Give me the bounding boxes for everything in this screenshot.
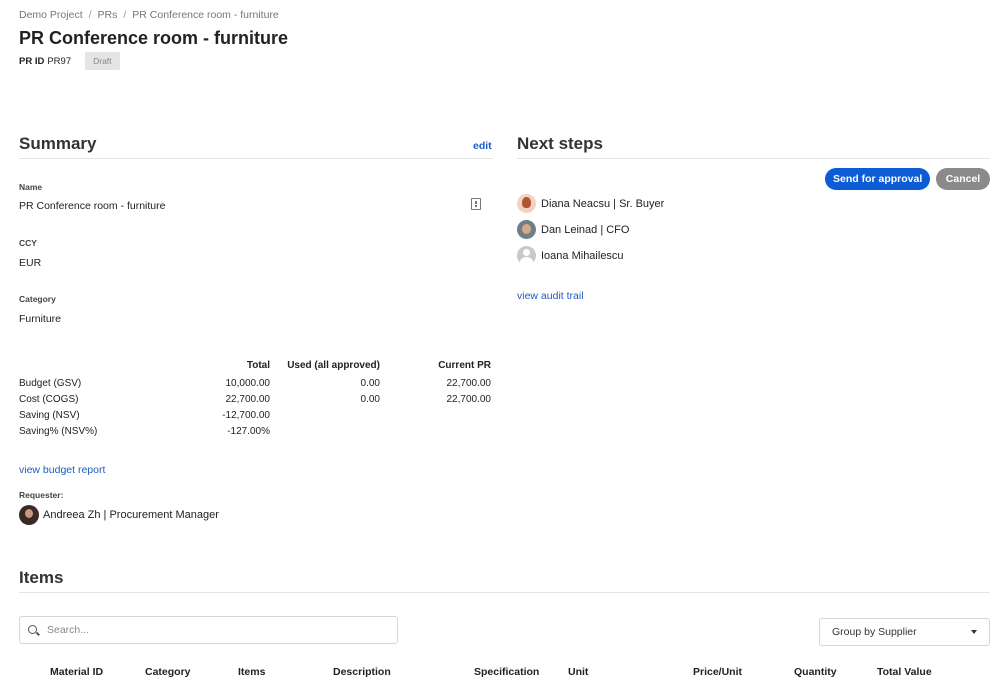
column-header-specification[interactable]: Specification <box>474 666 539 678</box>
column-header-unit[interactable]: Unit <box>568 666 588 678</box>
budget-cell-current: 22,700.00 <box>446 393 492 405</box>
document-icon[interactable] <box>471 198 481 210</box>
pr-id-label: PR ID <box>19 55 45 67</box>
requester-label: Requester: <box>19 490 64 500</box>
group-by-value: Group by Supplier <box>832 626 917 638</box>
items-title: Items <box>19 568 64 587</box>
name-label: Name <box>19 182 43 192</box>
cancel-button[interactable]: Cancel <box>936 168 990 190</box>
column-header-material-id[interactable]: Material ID <box>50 666 103 678</box>
next-steps-title: Next steps <box>517 134 603 153</box>
requester: Andreea Zh | Procurement Manager <box>19 505 219 525</box>
items-divider <box>19 592 990 593</box>
breadcrumb-item-current: PR Conference room - furniture <box>132 9 279 21</box>
budget-cell-total: -127.00% <box>227 425 270 437</box>
approver-name: Dan Leinad | CFO <box>541 223 630 236</box>
budget-cell-current <box>380 423 491 439</box>
edit-summary-link[interactable]: edit <box>473 140 492 152</box>
breadcrumb-item-project[interactable]: Demo Project <box>19 9 83 21</box>
budget-cell-current: 22,700.00 <box>446 377 492 389</box>
budget-row-label: Cost (COGS) <box>19 393 79 405</box>
ccy-label: CCY <box>19 238 37 248</box>
budget-header-row: Total Used (all approved) Current PR <box>19 359 491 375</box>
approver-name: Diana Neacsu | Sr. Buyer <box>541 197 665 210</box>
breadcrumb-separator: / <box>88 9 92 21</box>
next-steps-divider <box>517 158 990 159</box>
budget-cell-total: 10,000.00 <box>225 377 271 389</box>
budget-cell-total: -12,700.00 <box>222 409 270 421</box>
ccy-value: EUR <box>19 257 42 269</box>
budget-row-label: Saving% (NSV%) <box>19 425 98 437</box>
budget-row-label: Saving (NSV) <box>19 409 80 421</box>
requester-name: Andreea Zh | Procurement Manager <box>43 509 219 521</box>
column-header-price-unit[interactable]: Price/Unit <box>693 666 742 678</box>
view-budget-report-link[interactable]: view budget report <box>19 464 105 476</box>
pr-id-row: PR ID PR97 Draft <box>19 52 120 70</box>
budget-cell-total: 22,700.00 <box>225 393 271 405</box>
user-placeholder-icon <box>517 246 536 265</box>
budget-cell-used <box>270 423 380 439</box>
pr-id-value: PR97 <box>47 55 72 67</box>
budget-row-nsv: Saving (NSV) -12,700.00 <box>19 407 491 423</box>
view-audit-trail-link[interactable]: view audit trail <box>517 290 584 302</box>
budget-cell-used <box>270 407 380 423</box>
breadcrumb-separator: / <box>123 9 127 21</box>
summary-title: Summary <box>19 134 97 153</box>
budget-cell-current <box>380 407 491 423</box>
budget-row-nsv-pct: Saving% (NSV%) -127.00% <box>19 423 491 439</box>
budget-row-gsv: Budget (GSV) 10,000.00 0.00 22,700.00 <box>19 375 491 391</box>
avatar <box>517 194 536 213</box>
column-header-total-value[interactable]: Total Value <box>877 666 932 678</box>
avatar <box>517 220 536 239</box>
approver-item: Diana Neacsu | Sr. Buyer <box>517 194 664 213</box>
budget-header-blank <box>19 359 169 375</box>
category-label: Category <box>19 294 56 304</box>
send-for-approval-button[interactable]: Send for approval <box>825 168 931 190</box>
summary-divider <box>19 158 493 159</box>
status-badge: Draft <box>85 52 120 70</box>
budget-table: Total Used (all approved) Current PR Bud… <box>19 359 491 439</box>
search-input[interactable] <box>47 624 377 636</box>
budget-row-cogs: Cost (COGS) 22,700.00 0.00 22,700.00 <box>19 391 491 407</box>
budget-header-total: Total <box>246 359 270 371</box>
search-box[interactable] <box>19 616 398 644</box>
approver-item: Dan Leinad | CFO <box>517 220 629 239</box>
column-header-items[interactable]: Items <box>238 666 265 678</box>
column-header-category[interactable]: Category <box>145 666 191 678</box>
budget-row-label: Budget (GSV) <box>19 377 82 389</box>
budget-cell-used: 0.00 <box>360 393 380 405</box>
breadcrumb: Demo Project / PRs / PR Conference room - fu… <box>19 9 279 21</box>
group-by-select[interactable]: Group by Supplier <box>819 618 990 646</box>
budget-header-used: Used (all approved) <box>287 359 380 371</box>
search-icon <box>28 624 39 636</box>
budget-cell-used: 0.00 <box>360 377 380 389</box>
page-title: PR Conference room - furniture <box>19 28 289 48</box>
approver-name: Ioana Mihailescu <box>541 249 624 262</box>
category-value: Furniture <box>19 313 62 325</box>
breadcrumb-item-prs[interactable]: PRs <box>98 9 118 21</box>
name-value: PR Conference room - furniture <box>19 200 166 212</box>
budget-header-current: Current PR <box>438 359 491 371</box>
column-header-quantity[interactable]: Quantity <box>794 666 837 678</box>
approver-item: Ioana Mihailescu <box>517 246 624 265</box>
column-header-description[interactable]: Description <box>333 666 391 678</box>
avatar <box>19 505 39 525</box>
chevron-down-icon <box>971 630 977 634</box>
